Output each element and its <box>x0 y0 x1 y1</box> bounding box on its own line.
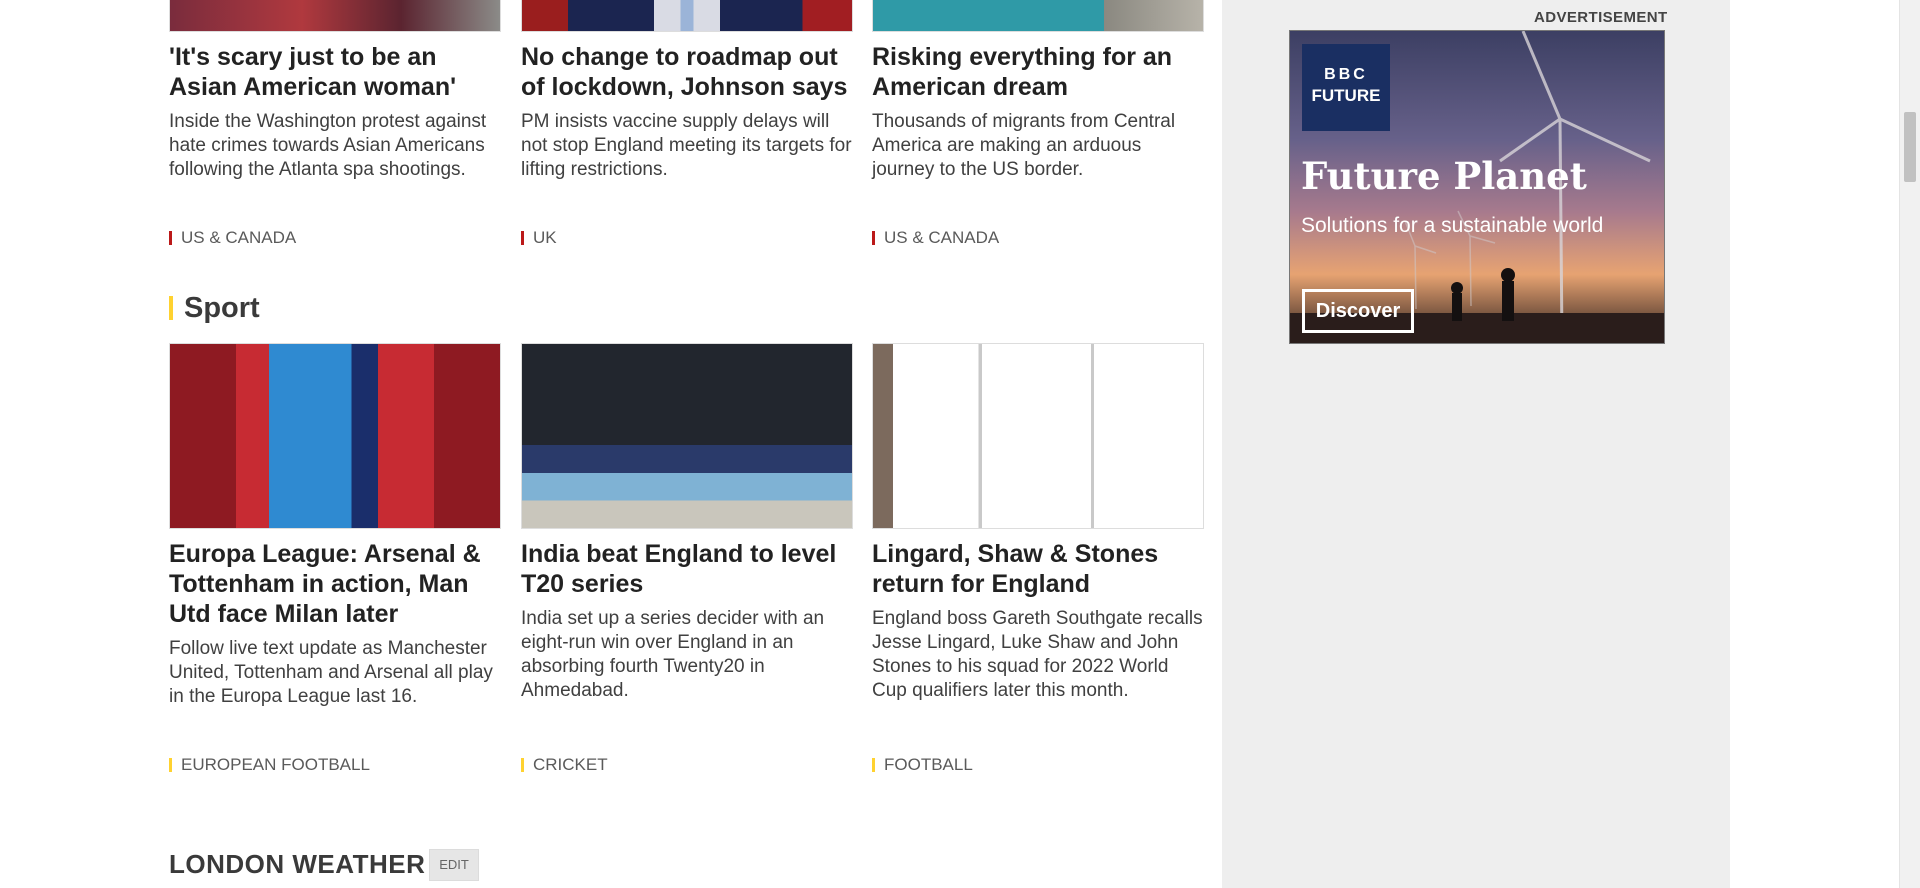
story-headline[interactable]: 'It's scary just to be an Asian American… <box>169 42 500 102</box>
story-image-europa-league[interactable] <box>169 343 501 529</box>
story-tag-link[interactable]: CRICKET <box>521 755 608 775</box>
weather-section-title: LONDON WEATHER <box>169 849 426 879</box>
bbc-future-logo: BBC FUTURE <box>1302 44 1390 131</box>
ad-title: Future Planet <box>1301 154 1587 198</box>
story-headline[interactable]: No change to roadmap out of lockdown, Jo… <box>521 42 852 102</box>
story-image-johnson[interactable] <box>521 0 853 32</box>
story-card[interactable]: 'It's scary just to be an Asian American… <box>169 42 500 182</box>
story-card[interactable]: Europa League: Arsenal & Tottenham in ac… <box>169 539 500 709</box>
story-tag-link[interactable]: US & CANADA <box>872 228 999 248</box>
story-tag-link[interactable]: FOOTBALL <box>872 755 973 775</box>
story-summary: India set up a series decider with an ei… <box>521 608 825 701</box>
story-image-migrants[interactable] <box>872 0 1204 32</box>
future-logo-text: FUTURE <box>1311 86 1381 105</box>
story-tag-link[interactable]: EUROPEAN FOOTBALL <box>169 755 370 775</box>
bbc-logo-text: BBC <box>1324 66 1368 83</box>
advertisement-banner[interactable]: BBC FUTURE Future Planet Solutions for a… <box>1289 30 1665 344</box>
section-title-sport[interactable]: Sport <box>169 290 260 326</box>
story-summary: Inside the Washington protest against ha… <box>169 111 487 180</box>
story-image-protest[interactable] <box>169 0 501 32</box>
weather-edit-button[interactable]: EDIT <box>429 849 479 881</box>
story-tag-link[interactable]: US & CANADA <box>169 228 296 248</box>
story-card[interactable]: Risking everything for an American dream… <box>872 42 1203 182</box>
story-summary: England boss Gareth Southgate recalls Je… <box>872 608 1203 701</box>
story-headline[interactable]: Lingard, Shaw & Stones return for Englan… <box>872 539 1203 599</box>
advertisement-label: ADVERTISEMENT <box>1534 9 1668 26</box>
scrollbar-thumb[interactable] <box>1904 112 1916 182</box>
discover-button[interactable]: Discover <box>1302 289 1414 333</box>
story-headline[interactable]: Risking everything for an American dream <box>872 42 1203 102</box>
story-headline[interactable]: India beat England to level T20 series <box>521 539 852 599</box>
story-image-england-players[interactable] <box>872 343 1204 529</box>
story-headline[interactable]: Europa League: Arsenal & Tottenham in ac… <box>169 539 500 629</box>
story-card[interactable]: No change to roadmap out of lockdown, Jo… <box>521 42 852 182</box>
story-card[interactable]: India beat England to level T20 series I… <box>521 539 852 703</box>
story-card[interactable]: Lingard, Shaw & Stones return for Englan… <box>872 539 1203 703</box>
ad-subtitle: Solutions for a sustainable world <box>1301 214 1604 237</box>
page-scrollbar[interactable] <box>1899 0 1920 888</box>
story-summary: PM insists vaccine supply delays will no… <box>521 111 852 180</box>
story-summary: Thousands of migrants from Central Ameri… <box>872 111 1176 180</box>
story-image-cricket[interactable] <box>521 343 853 529</box>
story-summary: Follow live text update as Manchester Un… <box>169 638 493 707</box>
story-tag-link[interactable]: UK <box>521 228 557 248</box>
